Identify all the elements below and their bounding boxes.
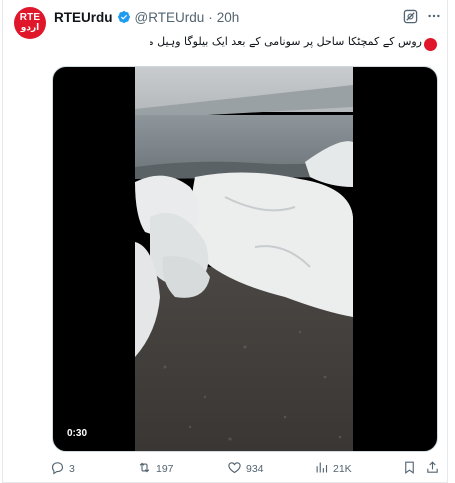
red-circle-emoji	[424, 38, 437, 51]
share-icon	[425, 460, 444, 478]
views-icon	[314, 460, 333, 478]
grok-icon[interactable]	[403, 9, 418, 24]
video-frame	[135, 67, 353, 451]
tweet-time[interactable]: 20h	[217, 10, 240, 25]
verified-badge-icon[interactable]	[117, 10, 131, 24]
share-button[interactable]	[425, 460, 444, 478]
user-handle[interactable]: @RTEUrdu	[135, 10, 205, 25]
avatar-text-bottom: اردو	[20, 23, 40, 33]
bookmark-icon	[402, 460, 421, 478]
tweet-header: RTEUrdu @RTEUrdu · 20h	[54, 8, 239, 26]
views-button[interactable]: 21K	[314, 460, 352, 478]
like-button[interactable]: 934	[227, 460, 264, 478]
tweet-text: روس کے کمچٹکا ساحل پر سونامی کے بعد ایک …	[150, 35, 422, 48]
reply-button[interactable]: 3	[50, 460, 75, 478]
views-count: 21K	[333, 463, 352, 475]
avatar-text-top: RTE	[19, 12, 41, 23]
retweet-count: 197	[156, 463, 174, 475]
reply-count: 3	[69, 463, 75, 475]
retweet-button[interactable]: 197	[137, 460, 174, 478]
frame-border-left	[2, 0, 3, 483]
display-name[interactable]: RTEUrdu	[54, 10, 113, 25]
bookmark-button[interactable]	[402, 460, 421, 478]
like-count: 934	[246, 463, 264, 475]
video-duration: 0:30	[67, 428, 88, 439]
reply-icon	[50, 460, 69, 478]
more-icon[interactable]	[427, 9, 441, 23]
action-bar: 3 197 934 21K	[0, 458, 455, 478]
like-icon	[227, 460, 246, 478]
retweet-icon	[137, 460, 156, 478]
frame-border-right	[447, 0, 448, 483]
header-separator: ·	[208, 9, 213, 25]
video-player[interactable]: 0:30	[52, 66, 438, 452]
avatar[interactable]: RTE اردو	[14, 7, 46, 39]
